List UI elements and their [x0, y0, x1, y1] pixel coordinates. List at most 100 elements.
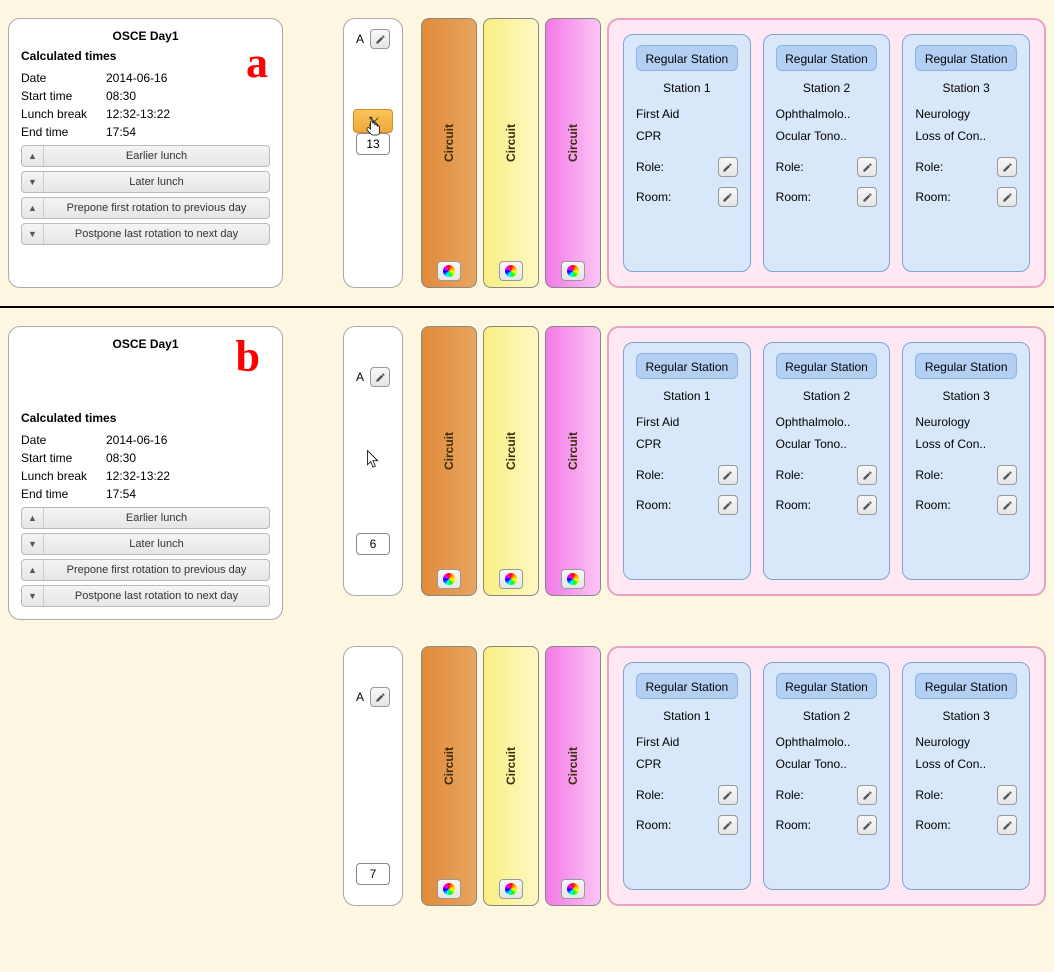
role-label: Role:: [915, 160, 943, 174]
color-wheel-icon: [443, 573, 455, 585]
circuit-strip-3[interactable]: Circuit: [545, 646, 601, 906]
station-panel: Regular Station Station 1 First Aid CPR …: [607, 646, 1046, 906]
circuit-strip-1[interactable]: Circuit: [421, 326, 477, 596]
role-label: Role:: [636, 160, 664, 174]
room-edit-button[interactable]: [718, 495, 738, 515]
later-lunch-button[interactable]: ▼Later lunch: [21, 533, 270, 555]
station-name: Station 3: [915, 81, 1017, 95]
up-icon: ▲: [22, 198, 44, 218]
role-edit-button[interactable]: [997, 465, 1017, 485]
station-name: Station 2: [776, 81, 878, 95]
role-edit-button[interactable]: [718, 785, 738, 805]
start-k: Start time: [21, 87, 106, 105]
parcour-column: A 13: [343, 18, 403, 288]
role-edit-button[interactable]: [718, 465, 738, 485]
info-card: a OSCE Day1 Calculated times Date2014-06…: [8, 18, 283, 288]
parcour-label: A: [356, 370, 364, 384]
station-topic: Loss of Con..: [915, 129, 1017, 143]
color-button[interactable]: [561, 879, 585, 899]
station-card-3: Regular Station Station 3 Neurology Loss…: [902, 34, 1030, 272]
role-edit-button[interactable]: [718, 157, 738, 177]
postpone-button[interactable]: ▼Postpone last rotation to next day: [21, 223, 270, 245]
room-edit-button[interactable]: [857, 495, 877, 515]
section-b-row1: b OSCE Day1 Calculated times Date2014-06…: [0, 308, 1054, 638]
parcour-column: A 6: [343, 326, 403, 596]
date-v: 2014-06-16: [106, 69, 167, 87]
circuit-strips: Circuit Circuit Circuit: [421, 18, 607, 288]
color-wheel-icon: [443, 883, 455, 895]
circuit-strip-2[interactable]: Circuit: [483, 646, 539, 906]
station-panel: Regular Station Station 1 First Aid CPR …: [607, 326, 1046, 596]
station-discipline: Ophthalmolo..: [776, 107, 878, 121]
role-edit-button[interactable]: [857, 785, 877, 805]
date-k: Date: [21, 69, 106, 87]
station-card-1: Regular Station Station 1 First Aid CPR …: [623, 662, 751, 890]
parcour-edit-button[interactable]: [370, 367, 390, 387]
station-panel: Regular Station Station 1 First Aid CPR …: [607, 18, 1046, 288]
room-edit-button[interactable]: [997, 187, 1017, 207]
room-label: Room:: [776, 190, 811, 204]
room-edit-button[interactable]: [857, 187, 877, 207]
station-topic: Ocular Tono..: [776, 129, 878, 143]
station-card-3: Regular Station Station 3 Neurology Loss…: [902, 342, 1030, 580]
station-type: Regular Station: [636, 45, 738, 71]
circuit-strip-1[interactable]: Circuit: [421, 18, 477, 288]
circuit-strip-3[interactable]: Circuit: [545, 326, 601, 596]
station-card-3: Regular Station Station 3 Neurology Loss…: [902, 662, 1030, 890]
circuit-strip-3[interactable]: Circuit: [545, 18, 601, 288]
room-edit-button[interactable]: [997, 495, 1017, 515]
room-edit-button[interactable]: [997, 815, 1017, 835]
color-button[interactable]: [561, 569, 585, 589]
parcour-edit-button[interactable]: [370, 687, 390, 707]
circuit-label: Circuit: [566, 124, 580, 162]
circuit-label: Circuit: [442, 124, 456, 162]
station-discipline: First Aid: [636, 107, 738, 121]
color-button[interactable]: [437, 261, 461, 281]
end-k: End time: [21, 123, 106, 141]
color-wheel-icon: [567, 265, 579, 277]
color-button[interactable]: [437, 879, 461, 899]
color-button[interactable]: [437, 569, 461, 589]
room-edit-button[interactable]: [857, 815, 877, 835]
circuit-strip-2[interactable]: Circuit: [483, 18, 539, 288]
role-edit-button[interactable]: [997, 157, 1017, 177]
prepone-button[interactable]: ▲Prepone first rotation to previous day: [21, 197, 270, 219]
later-lunch-button[interactable]: ▼Later lunch: [21, 171, 270, 193]
station-discipline: Neurology: [915, 107, 1017, 121]
role-edit-button[interactable]: [857, 465, 877, 485]
role-edit-button[interactable]: [997, 785, 1017, 805]
earlier-lunch-button[interactable]: ▲Earlier lunch: [21, 145, 270, 167]
section-a: a OSCE Day1 Calculated times Date2014-06…: [0, 0, 1054, 306]
color-button[interactable]: [561, 261, 585, 281]
calc-label: Calculated times: [21, 411, 270, 425]
section-b-row2: A 7 Circuit Circuit Circuit Regular Stat…: [0, 638, 1054, 924]
arrow-cursor-icon: [364, 449, 382, 471]
color-button[interactable]: [499, 569, 523, 589]
prepone-button[interactable]: ▲Prepone first rotation to previous day: [21, 559, 270, 581]
down-icon: ▼: [22, 224, 44, 244]
circuit-strip-1[interactable]: Circuit: [421, 646, 477, 906]
calc-label: Calculated times: [21, 49, 270, 63]
lunch-k: Lunch break: [21, 105, 106, 123]
room-edit-button[interactable]: [718, 187, 738, 207]
color-button[interactable]: [499, 261, 523, 281]
station-card-2: Regular Station Station 2 Ophthalmolo.. …: [763, 342, 891, 580]
earlier-lunch-button[interactable]: ▲Earlier lunch: [21, 507, 270, 529]
lunch-v: 12:32-13:22: [106, 105, 170, 123]
parcour-count: 6: [356, 533, 390, 555]
up-icon: ▲: [22, 146, 44, 166]
room-label: Room:: [636, 190, 671, 204]
end-v: 17:54: [106, 123, 136, 141]
info-card: b OSCE Day1 Calculated times Date2014-06…: [8, 326, 283, 620]
postpone-button[interactable]: ▼Postpone last rotation to next day: [21, 585, 270, 607]
room-edit-button[interactable]: [718, 815, 738, 835]
color-button[interactable]: [499, 879, 523, 899]
parcour-column: A 7: [343, 646, 403, 906]
start-v: 08:30: [106, 87, 136, 105]
day-title: OSCE Day1: [21, 337, 270, 351]
role-label: Role:: [776, 160, 804, 174]
role-edit-button[interactable]: [857, 157, 877, 177]
circuit-strip-2[interactable]: Circuit: [483, 326, 539, 596]
parcour-edit-button[interactable]: [370, 29, 390, 49]
parcour-label: A: [356, 32, 364, 46]
